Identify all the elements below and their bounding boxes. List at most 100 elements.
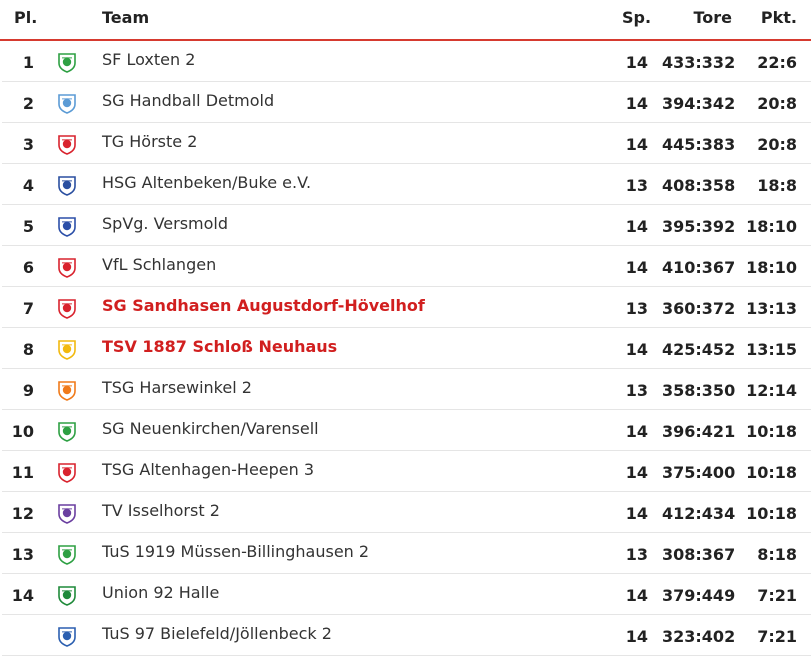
- table-row[interactable]: 7 SG Sandhasen Augustdorf-Hövelhof 13 360:3…: [2, 287, 811, 328]
- row-goals: 375:400: [662, 463, 736, 482]
- table-row[interactable]: 6 VfL Schlangen 14 410:367 18:10: [2, 246, 811, 287]
- row-points: 13:13: [746, 299, 797, 318]
- row-team-name[interactable]: SG Sandhasen Augustdorf-Hövelhof: [102, 296, 425, 315]
- row-goals: 323:402: [662, 627, 736, 646]
- row-goals: 360:372: [662, 299, 736, 318]
- row-team-name[interactable]: SG Neuenkirchen/Varensell: [102, 419, 319, 438]
- row-games: 14: [625, 504, 648, 523]
- row-place: 3: [22, 135, 34, 154]
- row-games: 14: [625, 422, 648, 441]
- row-place: 10: [11, 422, 34, 441]
- schlangen-logo-icon: [56, 256, 78, 278]
- row-goals: 395:392: [662, 217, 736, 236]
- row-goals: 425:452: [662, 340, 736, 359]
- row-points: 7:21: [757, 627, 797, 646]
- muessen-logo-icon: [56, 543, 78, 565]
- row-team-name[interactable]: TG Hörste 2: [102, 132, 197, 151]
- standings-table: Pl. Team Sp. Tore Pkt. 1 SF Loxten 2 14 433…: [0, 0, 811, 656]
- row-games: 14: [625, 94, 648, 113]
- row-team-name[interactable]: TV Isselhorst 2: [102, 501, 220, 520]
- table-header: Pl. Team Sp. Tore Pkt.: [0, 0, 811, 41]
- header-points: Pkt.: [760, 8, 797, 27]
- hoerste-logo-icon: [56, 133, 78, 155]
- table-row[interactable]: TuS 97 Bielefeld/Jöllenbeck 2 14 323:402 7:…: [2, 615, 811, 656]
- row-games: 14: [625, 586, 648, 605]
- row-games: 13: [625, 381, 648, 400]
- row-games: 14: [625, 53, 648, 72]
- row-points: 18:10: [746, 217, 797, 236]
- row-place: 11: [11, 463, 34, 482]
- row-games: 13: [625, 176, 648, 195]
- row-points: 7:21: [757, 586, 797, 605]
- table-row[interactable]: 8 TSV 1887 Schloß Neuhaus 14 425:452 13:15: [2, 328, 811, 369]
- row-goals: 408:358: [662, 176, 736, 195]
- row-place: 12: [11, 504, 34, 523]
- row-team-name[interactable]: SG Handball Detmold: [102, 91, 274, 110]
- row-team-name[interactable]: TSG Altenhagen-Heepen 3: [102, 460, 314, 479]
- row-team-name[interactable]: SpVg. Versmold: [102, 214, 228, 233]
- row-games: 14: [625, 217, 648, 236]
- row-points: 18:8: [757, 176, 797, 195]
- table-row[interactable]: 11 TSG Altenhagen-Heepen 3 14 375:400 10:18: [2, 451, 811, 492]
- row-goals: 433:332: [662, 53, 736, 72]
- row-team-name[interactable]: VfL Schlangen: [102, 255, 216, 274]
- header-team: Team: [102, 8, 150, 27]
- table-row[interactable]: 14 Union 92 Halle 14 379:449 7:21: [2, 574, 811, 615]
- sandhasen-logo-icon: [56, 297, 78, 319]
- halle-logo-icon: [56, 584, 78, 606]
- row-points: 13:15: [746, 340, 797, 359]
- row-place: 9: [22, 381, 34, 400]
- table-row[interactable]: 9 TSG Harsewinkel 2 13 358:350 12:14: [2, 369, 811, 410]
- row-goals: 410:367: [662, 258, 736, 277]
- row-team-name[interactable]: SF Loxten 2: [102, 50, 195, 69]
- table-row[interactable]: 5 SpVg. Versmold 14 395:392 18:10: [2, 205, 811, 246]
- row-points: 10:18: [746, 463, 797, 482]
- row-games: 14: [625, 463, 648, 482]
- row-place: 13: [11, 545, 34, 564]
- isselhorst-logo-icon: [56, 502, 78, 524]
- row-points: 20:8: [757, 94, 797, 113]
- row-team-name[interactable]: TSV 1887 Schloß Neuhaus: [102, 337, 337, 356]
- header-goals: Tore: [693, 8, 732, 27]
- row-place: 7: [22, 299, 34, 318]
- row-games: 13: [625, 299, 648, 318]
- row-place: 2: [22, 94, 34, 113]
- row-place: 4: [22, 176, 34, 195]
- row-place: 8: [22, 340, 34, 359]
- row-place: 1: [22, 53, 34, 72]
- table-row[interactable]: 10 SG Neuenkirchen/Varensell 14 396:421 10:1…: [2, 410, 811, 451]
- row-goals: 379:449: [662, 586, 736, 605]
- row-place: 6: [22, 258, 34, 277]
- header-games: Sp.: [622, 8, 652, 27]
- row-points: 22:6: [757, 53, 797, 72]
- row-points: 8:18: [757, 545, 797, 564]
- row-team-name[interactable]: HSG Altenbeken/Buke e.V.: [102, 173, 311, 192]
- row-games: 14: [625, 340, 648, 359]
- table-row[interactable]: 12 TV Isselhorst 2 14 412:434 10:18: [2, 492, 811, 533]
- table-row[interactable]: 2 SG Handball Detmold 14 394:342 20:8: [2, 82, 811, 123]
- altenbeken-logo-icon: [56, 174, 78, 196]
- heepen-logo-icon: [56, 461, 78, 483]
- row-goals: 394:342: [662, 94, 736, 113]
- row-team-name[interactable]: TuS 1919 Müssen-Billinghausen 2: [102, 542, 369, 561]
- row-team-name[interactable]: TuS 97 Bielefeld/Jöllenbeck 2: [102, 624, 332, 643]
- row-team-name[interactable]: TSG Harsewinkel 2: [102, 378, 252, 397]
- table-row[interactable]: 13 TuS 1919 Müssen-Billinghausen 2 13 308:3…: [2, 533, 811, 574]
- row-goals: 412:434: [662, 504, 736, 523]
- row-games: 13: [625, 545, 648, 564]
- row-place: 14: [11, 586, 34, 605]
- row-goals: 396:421: [662, 422, 736, 441]
- row-team-name[interactable]: Union 92 Halle: [102, 583, 219, 602]
- table-row[interactable]: 3 TG Hörste 2 14 445:383 20:8: [2, 123, 811, 164]
- row-place: 5: [22, 217, 34, 236]
- row-goals: 358:350: [662, 381, 736, 400]
- row-games: 14: [625, 258, 648, 277]
- row-points: 10:18: [746, 422, 797, 441]
- row-points: 10:18: [746, 504, 797, 523]
- table-body: 1 SF Loxten 2 14 433:332 22:6 2 SG Handball De…: [0, 41, 811, 656]
- table-row[interactable]: 4 HSG Altenbeken/Buke e.V. 13 408:358 18:8: [2, 164, 811, 205]
- neuenkirchen-logo-icon: [56, 420, 78, 442]
- table-row[interactable]: 1 SF Loxten 2 14 433:332 22:6: [2, 41, 811, 82]
- loxten-logo-icon: [56, 51, 78, 73]
- harsewinkel-logo-icon: [56, 379, 78, 401]
